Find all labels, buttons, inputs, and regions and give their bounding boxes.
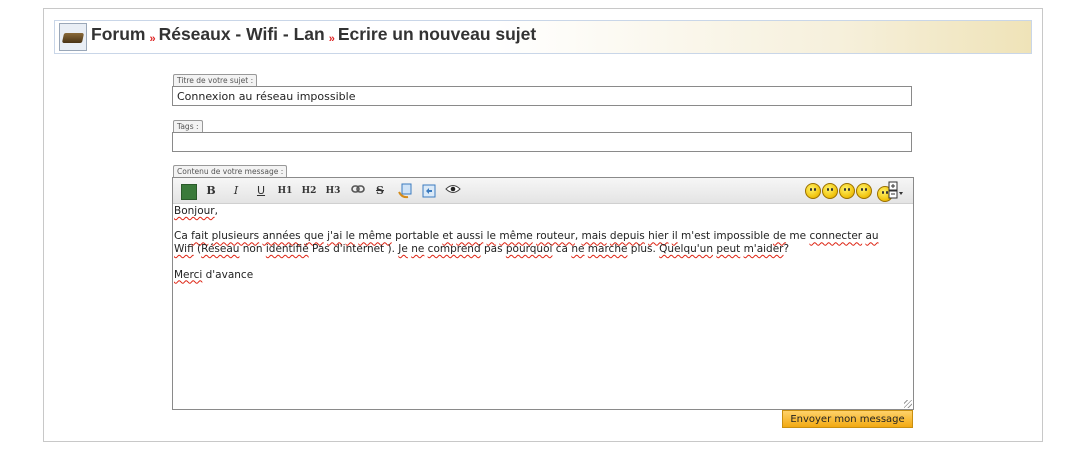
strike-button[interactable]: S: [373, 183, 387, 199]
resize-handle[interactable]: [904, 400, 912, 408]
italic-button[interactable]: I: [231, 183, 241, 199]
breadcrumb-forum[interactable]: Forum: [91, 24, 145, 44]
message-editor[interactable]: B I U H1 H2 H3 S Bonjour, Ca fait plusie…: [172, 177, 914, 410]
editor-toolbar: B I U H1 H2 H3 S: [173, 178, 913, 204]
smiley-menu-icon[interactable]: [888, 181, 903, 199]
h2-button[interactable]: H2: [301, 183, 317, 199]
breadcrumb: Forum» Réseaux - Wifi - Lan» Ecrire un nou…: [91, 22, 536, 51]
code-icon[interactable]: [421, 183, 437, 199]
smiley-happy-icon[interactable]: [805, 183, 821, 199]
message-text[interactable]: Bonjour, Ca fait plusieurs années que j'…: [174, 205, 910, 281]
smiley-sad-icon[interactable]: [856, 183, 872, 199]
underline-button[interactable]: U: [255, 183, 267, 199]
send-message-button[interactable]: Envoyer mon message: [782, 410, 913, 428]
smiley-wink-icon[interactable]: [822, 183, 838, 199]
breadcrumb-category[interactable]: Réseaux - Wifi - Lan: [159, 24, 325, 44]
preview-eye-icon[interactable]: [445, 183, 461, 199]
message-line: Bonjour,: [174, 205, 218, 217]
link-icon[interactable]: [350, 183, 366, 199]
message-line: Merci d'avance: [174, 268, 254, 281]
breadcrumb-current: Ecrire un nouveau sujet: [337, 24, 537, 44]
page-header: Forum» Réseaux - Wifi - Lan» Ecrire un nou…: [54, 20, 1032, 54]
smiley-confused-icon[interactable]: [839, 183, 855, 199]
bold-button[interactable]: B: [205, 183, 217, 199]
message-line: Wifi (Réseau non identifié Pas d'interne…: [174, 243, 790, 256]
forum-category-icon: [59, 23, 87, 51]
breadcrumb-separator-icon: »: [149, 33, 156, 45]
subject-input[interactable]: Connexion au réseau impossible: [172, 86, 912, 106]
quote-icon[interactable]: [397, 183, 413, 199]
breadcrumb-separator-icon: »: [328, 33, 335, 45]
message-line: Ca fait plusieurs années que j'ai le mêm…: [174, 230, 879, 243]
h3-button[interactable]: H3: [325, 183, 341, 199]
h1-button[interactable]: H1: [277, 183, 293, 199]
insert-image-icon[interactable]: [181, 184, 197, 200]
tags-input[interactable]: [172, 132, 912, 152]
